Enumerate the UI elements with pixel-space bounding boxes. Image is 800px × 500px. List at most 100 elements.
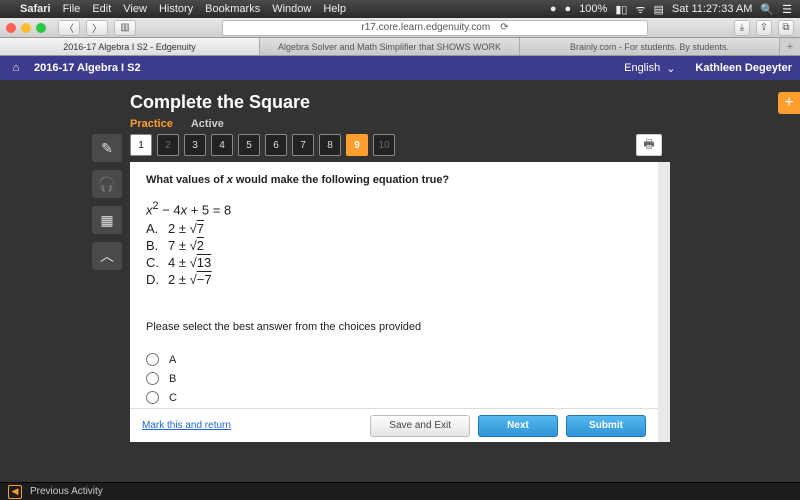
- question-panel: What values of x would make the followin…: [130, 162, 670, 442]
- prev-arrow-icon[interactable]: ◀: [8, 485, 22, 499]
- qnav-2[interactable]: 2: [157, 134, 179, 156]
- save-exit-button[interactable]: Save and Exit: [370, 415, 470, 437]
- lesson-tab-practice[interactable]: Practice: [130, 118, 173, 130]
- question-nav: 1 2 3 4 5 6 7 8 9 10: [130, 134, 395, 156]
- prompt-post: would make the following equation true?: [233, 174, 449, 186]
- lesson-tabs: Practice Active: [130, 118, 224, 130]
- lesson-canvas: + Complete the Square Practice Active ✎ …: [0, 80, 800, 482]
- tab-0[interactable]: 2016-17 Algebra I S2 - Edgenuity: [0, 38, 260, 55]
- tool-rail: ✎ 🎧 ▦ ︿: [92, 134, 126, 270]
- option-a-label: A.: [146, 221, 160, 236]
- bottom-nav: ◀ Previous Activity: [0, 482, 800, 500]
- menu-window[interactable]: Window: [272, 3, 311, 15]
- qnav-7[interactable]: 7: [292, 134, 314, 156]
- tab-strip: 2016-17 Algebra I S2 - Edgenuity Algebra…: [0, 38, 800, 56]
- language-select[interactable]: English ⌄: [624, 62, 675, 75]
- answer-radios: A B C D: [146, 353, 642, 408]
- close-icon[interactable]: [6, 23, 16, 33]
- clock[interactable]: Sat 11:27:33 AM: [672, 3, 753, 15]
- menu-extra-icon[interactable]: ☰: [782, 3, 792, 16]
- browser-toolbar: 〈 〉 ▥ r17.core.learn.edgenuity.com ⟳ ⤓ ⇪…: [0, 18, 800, 38]
- option-c-label: C.: [146, 255, 160, 270]
- back-button[interactable]: 〈: [58, 20, 80, 36]
- course-name[interactable]: 2016-17 Algebra I S2: [34, 62, 141, 74]
- sidebar-button[interactable]: ▥: [114, 20, 136, 36]
- equation: x2 − 4x + 5 = 8: [146, 200, 642, 217]
- headphones-icon[interactable]: 🎧: [92, 170, 122, 198]
- option-b: B.7 ± √2: [146, 238, 642, 253]
- collapse-icon[interactable]: ︿: [92, 242, 122, 270]
- qnav-1[interactable]: 1: [130, 134, 152, 156]
- next-button[interactable]: Next: [478, 415, 558, 437]
- radio-c-input[interactable]: [146, 391, 159, 404]
- mac-menu-bar: Safari File Edit View History Bookmarks …: [0, 0, 800, 18]
- print-button[interactable]: 🖶: [636, 134, 662, 156]
- radio-a-input[interactable]: [146, 353, 159, 366]
- status-dot-icon: ●: [550, 3, 557, 15]
- qnav-3[interactable]: 3: [184, 134, 206, 156]
- prompt-pre: What values of: [146, 174, 227, 186]
- menu-help[interactable]: Help: [323, 3, 346, 15]
- qnav-9[interactable]: 9: [346, 134, 368, 156]
- qnav-6[interactable]: 6: [265, 134, 287, 156]
- option-c: C.4 ± √13: [146, 255, 642, 270]
- radio-a-label: A: [169, 354, 176, 366]
- lesson-title: Complete the Square: [130, 92, 310, 113]
- prev-activity[interactable]: Previous Activity: [30, 486, 103, 497]
- radio-c[interactable]: C: [146, 391, 642, 404]
- qnav-5[interactable]: 5: [238, 134, 260, 156]
- option-d-label: D.: [146, 272, 160, 287]
- menu-edit[interactable]: Edit: [92, 3, 111, 15]
- radio-c-label: C: [169, 392, 177, 404]
- date-icon: ▤: [653, 3, 663, 16]
- forward-button[interactable]: 〉: [86, 20, 108, 36]
- share-button[interactable]: ⤓: [734, 20, 750, 36]
- home-icon[interactable]: ⌂: [8, 60, 24, 76]
- mark-return-link[interactable]: Mark this and return: [142, 420, 231, 431]
- math-block: x2 − 4x + 5 = 8 A.2 ± √7 B.7 ± √2 C.4 ± …: [146, 200, 642, 287]
- chevron-down-icon: ⌄: [666, 62, 675, 75]
- lesson-tab-active[interactable]: Active: [191, 118, 224, 130]
- spotlight-icon[interactable]: 🔍: [760, 3, 774, 16]
- qnav-8[interactable]: 8: [319, 134, 341, 156]
- minimize-icon[interactable]: [21, 23, 31, 33]
- question-prompt: What values of x would make the followin…: [146, 174, 642, 186]
- reader-icon[interactable]: ⟳: [500, 22, 508, 33]
- tab-2[interactable]: Brainly.com - For students. By students.: [520, 38, 780, 55]
- panel-footer: Mark this and return Save and Exit Next …: [130, 408, 658, 442]
- wifi-icon[interactable]: ᯤ: [635, 2, 645, 17]
- qnav-10[interactable]: 10: [373, 134, 395, 156]
- address-bar[interactable]: r17.core.learn.edgenuity.com ⟳: [222, 20, 648, 36]
- zoom-icon[interactable]: [36, 23, 46, 33]
- add-button[interactable]: +: [778, 92, 800, 114]
- radio-b[interactable]: B: [146, 372, 642, 385]
- option-a: A.2 ± √7: [146, 221, 642, 236]
- qnav-4[interactable]: 4: [211, 134, 233, 156]
- menu-file[interactable]: File: [63, 3, 81, 15]
- tab-1-label: Algebra Solver and Math Simplifier that …: [278, 42, 501, 52]
- battery-icon: ▮▯: [615, 3, 627, 16]
- calculator-icon[interactable]: ▦: [92, 206, 122, 234]
- menu-bookmarks[interactable]: Bookmarks: [205, 3, 260, 15]
- share2-button[interactable]: ⇪: [756, 20, 772, 36]
- menu-history[interactable]: History: [159, 3, 193, 15]
- app-header: ⌂ 2016-17 Algebra I S2 English ⌄ Kathlee…: [0, 56, 800, 80]
- new-tab-button[interactable]: +: [780, 38, 800, 55]
- url-text: r17.core.learn.edgenuity.com: [361, 22, 490, 33]
- submit-button[interactable]: Submit: [566, 415, 646, 437]
- app-name[interactable]: Safari: [20, 3, 51, 15]
- tabs-button[interactable]: ⧉: [778, 20, 794, 36]
- pencil-icon[interactable]: ✎: [92, 134, 122, 162]
- tab-2-label: Brainly.com - For students. By students.: [570, 42, 729, 52]
- user-name[interactable]: Kathleen Degeyter: [695, 62, 792, 74]
- radio-a[interactable]: A: [146, 353, 642, 366]
- radio-b-label: B: [169, 373, 176, 385]
- option-d: D.2 ± √−7: [146, 272, 642, 287]
- window-controls[interactable]: [6, 23, 46, 33]
- instruction: Please select the best answer from the c…: [146, 321, 642, 333]
- radio-b-input[interactable]: [146, 372, 159, 385]
- menu-view[interactable]: View: [123, 3, 147, 15]
- battery-text: 100%: [579, 3, 607, 15]
- tab-1[interactable]: Algebra Solver and Math Simplifier that …: [260, 38, 520, 55]
- status-dot2-icon: ●: [565, 3, 572, 15]
